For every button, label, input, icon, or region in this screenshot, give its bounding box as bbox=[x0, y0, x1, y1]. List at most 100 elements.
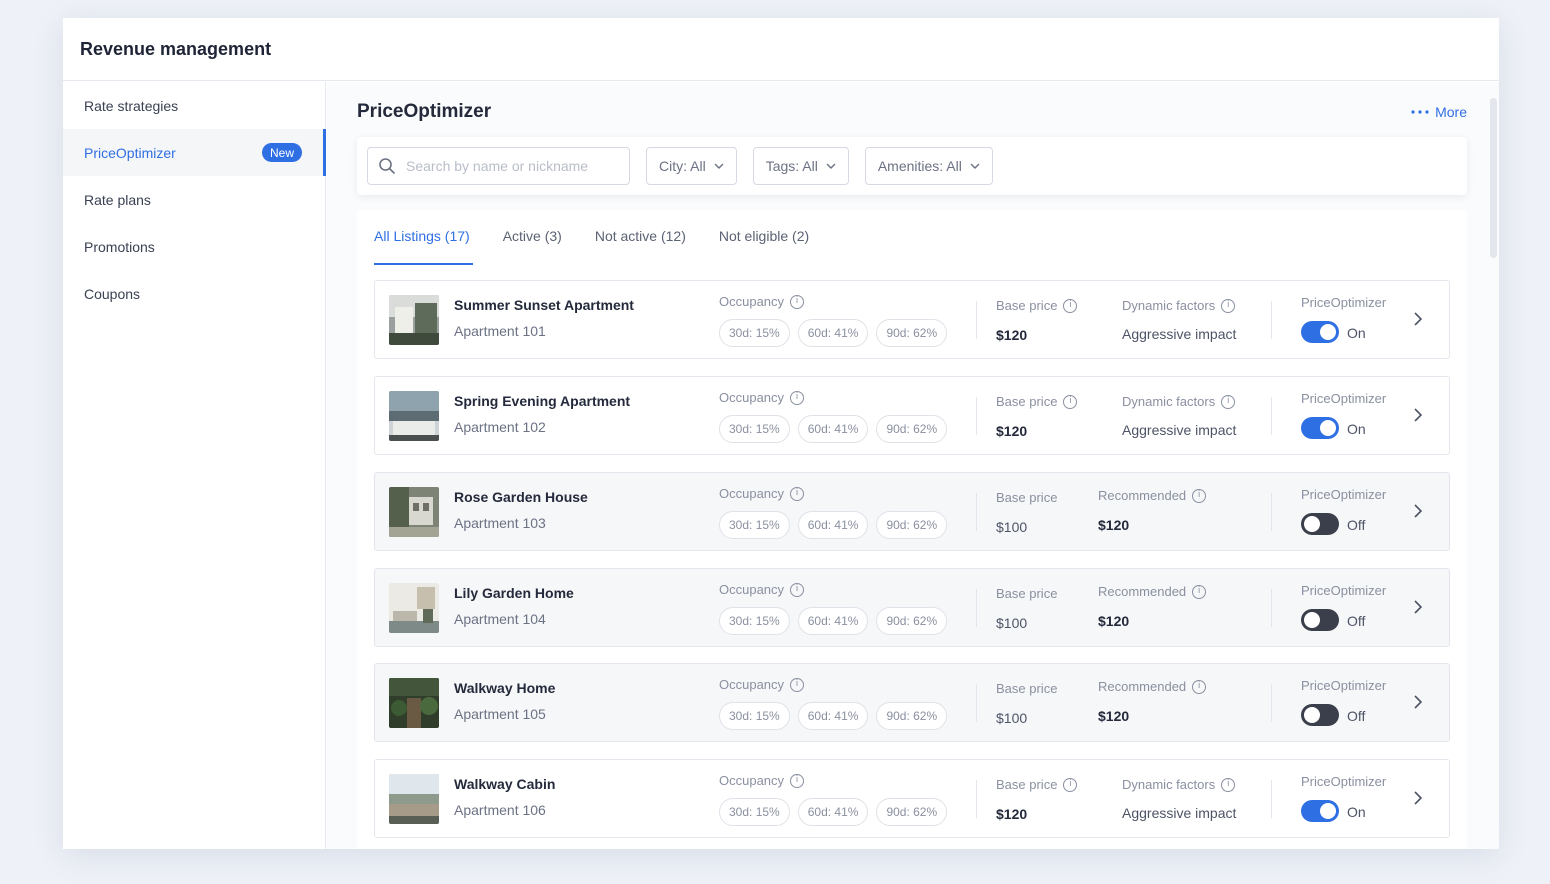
priceoptimizer-toggle[interactable] bbox=[1301, 417, 1339, 439]
listing-card[interactable]: Lily Garden Home Apartment 104 Occupancy… bbox=[374, 568, 1450, 647]
sidebar-item-rate-plans[interactable]: Rate plans bbox=[63, 176, 325, 223]
info-icon[interactable]: i bbox=[1221, 298, 1236, 313]
divider bbox=[976, 397, 977, 435]
divider bbox=[976, 780, 977, 818]
divider bbox=[976, 589, 977, 627]
tab-not-active[interactable]: Not active (12) bbox=[595, 228, 686, 265]
chevron-right-icon[interactable] bbox=[1413, 599, 1423, 615]
listing-card[interactable]: Walkway Cabin Apartment 106 Occupancy i 3… bbox=[374, 759, 1450, 838]
dynamic-factors-label: Dynamic factors i bbox=[1122, 298, 1236, 313]
occupancy-30d: 30d: 15% bbox=[719, 702, 790, 730]
occupancy-90d: 90d: 62% bbox=[876, 702, 948, 730]
occupancy-30d: 30d: 15% bbox=[719, 798, 790, 826]
info-icon[interactable]: i bbox=[1221, 777, 1236, 792]
sidebar-item-label: Rate strategies bbox=[84, 97, 179, 114]
toggle-state: On bbox=[1347, 804, 1366, 820]
listing-tabs: All Listings (17) Active (3) Not active … bbox=[374, 228, 809, 265]
toggle-state: Off bbox=[1347, 517, 1366, 533]
priceoptimizer-toggle[interactable] bbox=[1301, 321, 1339, 343]
listing-card[interactable]: Walkway Home Apartment 105 Occupancy i 30… bbox=[374, 663, 1450, 742]
divider bbox=[1271, 397, 1272, 435]
occupancy-label: Occupancy i bbox=[719, 294, 805, 309]
priceoptimizer-label: PriceOptimizer bbox=[1301, 583, 1387, 598]
info-icon[interactable]: i bbox=[790, 294, 805, 309]
recommended-label: Recommended i bbox=[1098, 488, 1207, 503]
sidebar-item-rate-strategies[interactable]: Rate strategies bbox=[63, 82, 325, 129]
chevron-right-icon[interactable] bbox=[1413, 503, 1423, 519]
info-icon[interactable]: i bbox=[1192, 679, 1207, 694]
sidebar-item-promotions[interactable]: Promotions bbox=[63, 223, 325, 270]
tags-dropdown[interactable]: Tags: All bbox=[752, 147, 849, 185]
search-box[interactable] bbox=[367, 147, 630, 185]
app-window: Revenue management Rate strategies Price… bbox=[63, 18, 1499, 849]
recommended-label: Recommended i bbox=[1098, 679, 1207, 694]
occupancy-30d: 30d: 15% bbox=[719, 607, 790, 635]
priceoptimizer-toggle[interactable] bbox=[1301, 704, 1339, 726]
listing-name: Rose Garden House bbox=[454, 489, 588, 505]
occupancy-pills: 30d: 15% 60d: 41% 90d: 62% bbox=[719, 319, 948, 347]
base-price-label: Base price i bbox=[996, 298, 1078, 313]
dynamic-factors-value: Aggressive impact bbox=[1122, 422, 1237, 438]
info-icon[interactable]: i bbox=[790, 677, 805, 692]
listing-name: Spring Evening Apartment bbox=[454, 393, 631, 409]
city-dropdown-label: City: All bbox=[659, 158, 706, 174]
sidebar: Rate strategies PriceOptimizer New Rate … bbox=[63, 82, 326, 849]
chevron-down-icon bbox=[826, 163, 836, 169]
more-dots-icon bbox=[1411, 110, 1429, 114]
recommended-label: Recommended i bbox=[1098, 584, 1207, 599]
info-icon[interactable]: i bbox=[1063, 777, 1078, 792]
more-button[interactable]: More bbox=[1411, 104, 1467, 120]
divider bbox=[976, 301, 977, 339]
recommended-value: $120 bbox=[1098, 708, 1130, 724]
listing-card[interactable]: Rose Garden House Apartment 103 Occupanc… bbox=[374, 472, 1450, 551]
listing-photo bbox=[389, 678, 439, 728]
info-icon[interactable]: i bbox=[1192, 584, 1207, 599]
amenities-dropdown[interactable]: Amenities: All bbox=[864, 147, 993, 185]
listing-unit: Apartment 105 bbox=[454, 706, 546, 722]
base-price-label: Base price i bbox=[996, 777, 1078, 792]
priceoptimizer-toggle[interactable] bbox=[1301, 800, 1339, 822]
divider bbox=[1271, 589, 1272, 627]
occupancy-60d: 60d: 41% bbox=[797, 319, 869, 347]
dynamic-factors-label: Dynamic factors i bbox=[1122, 777, 1236, 792]
listing-photo bbox=[389, 774, 439, 824]
listing-name: Lily Garden Home bbox=[454, 585, 574, 601]
info-icon[interactable]: i bbox=[1063, 394, 1078, 409]
info-icon[interactable]: i bbox=[1221, 394, 1236, 409]
search-input[interactable] bbox=[406, 158, 606, 174]
chevron-right-icon[interactable] bbox=[1413, 790, 1423, 806]
info-icon[interactable]: i bbox=[790, 773, 805, 788]
listing-photo bbox=[389, 391, 439, 441]
sidebar-item-label: Coupons bbox=[84, 285, 141, 302]
priceoptimizer-toggle[interactable] bbox=[1301, 609, 1339, 631]
toggle-state: Off bbox=[1347, 708, 1366, 724]
occupancy-pills: 30d: 15% 60d: 41% 90d: 62% bbox=[719, 702, 948, 730]
dynamic-factors-label: Dynamic factors i bbox=[1122, 394, 1236, 409]
tab-all-listings[interactable]: All Listings (17) bbox=[374, 228, 473, 265]
listing-card[interactable]: Spring Evening Apartment Apartment 102 O… bbox=[374, 376, 1450, 455]
occupancy-30d: 30d: 15% bbox=[719, 415, 790, 443]
city-dropdown[interactable]: City: All bbox=[646, 147, 737, 185]
info-icon[interactable]: i bbox=[790, 486, 805, 501]
info-icon[interactable]: i bbox=[790, 390, 805, 405]
base-price-label: Base price bbox=[996, 490, 1058, 505]
listing-card[interactable]: Summer Sunset Apartment Apartment 101 Oc… bbox=[374, 280, 1450, 359]
tab-active[interactable]: Active (3) bbox=[503, 228, 562, 265]
listings-panel: All Listings (17) Active (3) Not active … bbox=[357, 210, 1467, 849]
info-icon[interactable]: i bbox=[790, 582, 805, 597]
new-badge: New bbox=[262, 143, 303, 162]
chevron-right-icon[interactable] bbox=[1413, 407, 1423, 423]
tab-not-eligible[interactable]: Not eligible (2) bbox=[719, 228, 809, 265]
chevron-right-icon[interactable] bbox=[1413, 694, 1423, 710]
chevron-right-icon[interactable] bbox=[1413, 311, 1423, 327]
info-icon[interactable]: i bbox=[1192, 488, 1207, 503]
sidebar-item-label: Rate plans bbox=[84, 191, 151, 208]
sidebar-item-label: Promotions bbox=[84, 238, 155, 255]
sidebar-item-priceoptimizer[interactable]: PriceOptimizer New bbox=[63, 129, 326, 176]
listing-photo bbox=[389, 583, 439, 633]
info-icon[interactable]: i bbox=[1063, 298, 1078, 313]
sidebar-item-coupons[interactable]: Coupons bbox=[63, 270, 325, 317]
priceoptimizer-toggle[interactable] bbox=[1301, 513, 1339, 535]
listing-unit: Apartment 102 bbox=[454, 419, 546, 435]
scrollbar[interactable] bbox=[1490, 98, 1497, 258]
